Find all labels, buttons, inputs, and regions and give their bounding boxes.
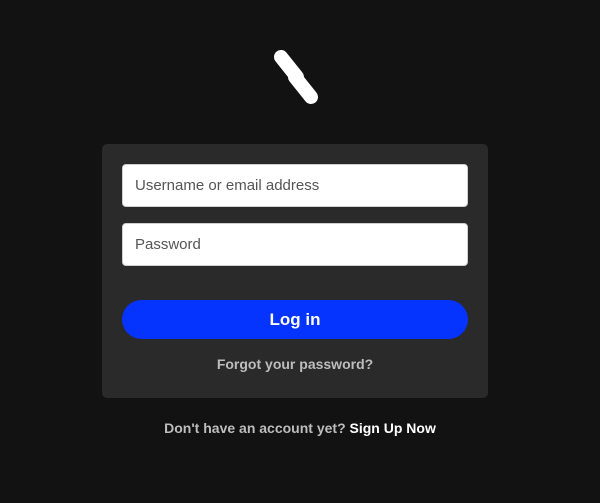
signup-prompt: Don't have an account yet? xyxy=(164,420,350,436)
signup-row: Don't have an account yet? Sign Up Now xyxy=(0,420,600,436)
login-card: Log in Forgot your password? xyxy=(102,144,488,398)
forgot-password-link[interactable]: Forgot your password? xyxy=(102,356,488,372)
signup-link[interactable]: Sign Up Now xyxy=(350,420,436,436)
password-input[interactable] xyxy=(122,223,468,266)
brand-logo-icon xyxy=(273,46,319,108)
login-button[interactable]: Log in xyxy=(122,300,468,339)
username-input[interactable] xyxy=(122,164,468,207)
